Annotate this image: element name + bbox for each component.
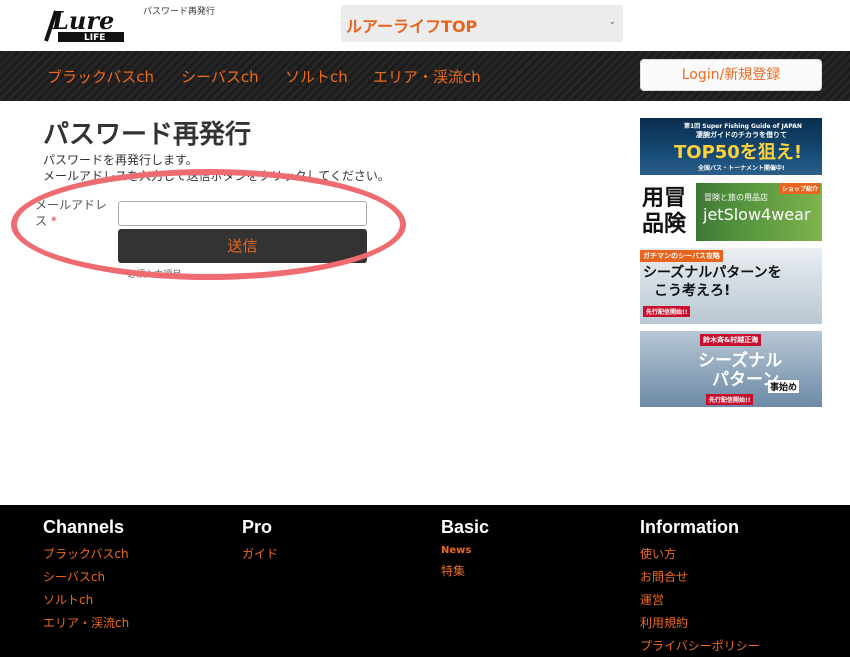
required-asterisk: * <box>50 214 57 228</box>
footer-pro-title: Pro <box>242 517 273 537</box>
banner-begin-tag: 鈴木斉&村越正海 <box>700 334 762 346</box>
nav-item-salt[interactable]: ソルトch <box>285 66 348 87</box>
page-title: パスワード再発行 <box>43 120 252 150</box>
site-select-label: ルアーライフTOP <box>346 17 478 36</box>
banner-seasonal-pattern[interactable]: ガチマンのシーバス攻略 シーズナルパターンを こう考えろ! 先行配信開始!! <box>640 248 822 324</box>
banner-seasonal-main2: こう考えろ! <box>654 283 731 299</box>
footer-link-terms[interactable]: 利用規約 <box>640 614 688 631</box>
nav-item-seabass[interactable]: シーバスch <box>181 66 259 87</box>
main-navbar: ブラックバスch シーバスch ソルトch エリア・渓流ch Login/新規登… <box>0 51 850 101</box>
footer-basic-title: Basic <box>441 517 490 537</box>
required-fields-note: * 必須入力項目 <box>120 270 182 280</box>
footer-channels-title: Channels <box>43 517 125 537</box>
footer-link-howto[interactable]: 使い方 <box>640 545 676 562</box>
footer-link-privacy[interactable]: プライバシーポリシー <box>640 637 760 654</box>
lure-life-logo[interactable]: Lure LIFE <box>44 5 126 43</box>
banner-begin-note: 先行配信開始!! <box>706 394 754 405</box>
login-register-button[interactable]: Login/新規登録 <box>640 59 822 91</box>
footer-info-title: Information <box>640 517 739 537</box>
footer-link-guide[interactable]: ガイド <box>242 545 278 562</box>
banner-jetslow-sub: 冒険と旅の用品店 <box>704 193 768 202</box>
banner-jetslow-tag: ショップ紹介 <box>780 183 821 194</box>
site-select[interactable]: ルアーライフTOP ⌄ <box>341 5 623 42</box>
banner-seasonal-note: 先行配信開始!! <box>643 306 691 317</box>
logo-text-lure: Lure <box>51 6 114 35</box>
nav-item-blackbass[interactable]: ブラックバスch <box>47 66 154 87</box>
footer-link-area-stream[interactable]: エリア・渓流ch <box>43 614 129 631</box>
email-input[interactable] <box>118 201 367 226</box>
email-field-label: メールアドレス * <box>35 197 110 229</box>
footer-link-salt[interactable]: ソルトch <box>43 591 93 608</box>
description-line-1: パスワードを再発行します。 <box>43 153 198 167</box>
header-subtitle: パスワード再発行 <box>143 7 216 17</box>
banner-jetslow-main: jetSlow4wear <box>703 205 811 224</box>
footer-link-news[interactable]: News <box>441 545 471 556</box>
footer-link-seabass[interactable]: シーバスch <box>43 568 105 585</box>
banner-top50-main: TOP50を狙え! <box>674 142 803 163</box>
footer-link-blackbass[interactable]: ブラックバスch <box>43 545 129 562</box>
banner-seasonal-tag: ガチマンのシーバス攻略 <box>640 250 723 262</box>
banner-kanji: 用冒品険 <box>642 186 687 237</box>
footer-link-operator[interactable]: 運営 <box>640 591 664 608</box>
description-line-2: メールアドレスを入力して送信ボタンをクリックしてください。 <box>43 169 390 183</box>
footer-link-contact[interactable]: お問合せ <box>640 568 688 585</box>
banner-begin-sub: 事始め <box>768 380 800 393</box>
banner-top50[interactable]: 第1回 Super Fishing Guide of JAPAN 凄腕ガイドのチ… <box>640 118 822 175</box>
page: Lure LIFE パスワード再発行 ルアーライフTOP ⌄ ブラックバスch … <box>0 0 850 657</box>
double-chevron-down-icon: ⌄ <box>608 17 616 27</box>
logo-text-life: LIFE <box>84 33 105 43</box>
nav-item-area-stream[interactable]: エリア・渓流ch <box>373 66 481 87</box>
banner-seasonal-main1: シーズナルパターンを <box>643 265 782 281</box>
submit-button[interactable]: 送信 <box>118 229 367 263</box>
email-label-text: メールアドレス <box>35 198 108 228</box>
banner-top50-line3: 全国バス・トーナメント開催中! <box>698 165 785 172</box>
footer: Channels ブラックバスch シーバスch ソルトch エリア・渓流ch … <box>0 505 850 657</box>
banner-jetslow4wear[interactable]: 用冒品険 冒険と旅の用品店 jetSlow4wear ショップ紹介 <box>640 183 822 241</box>
footer-link-feature[interactable]: 特集 <box>441 562 465 579</box>
banner-top50-line1: 第1回 Super Fishing Guide of JAPAN <box>684 123 802 130</box>
banner-seasonal-begin[interactable]: 鈴木斉&村越正海 シーズナル パターン 事始め 先行配信開始!! <box>640 331 822 407</box>
